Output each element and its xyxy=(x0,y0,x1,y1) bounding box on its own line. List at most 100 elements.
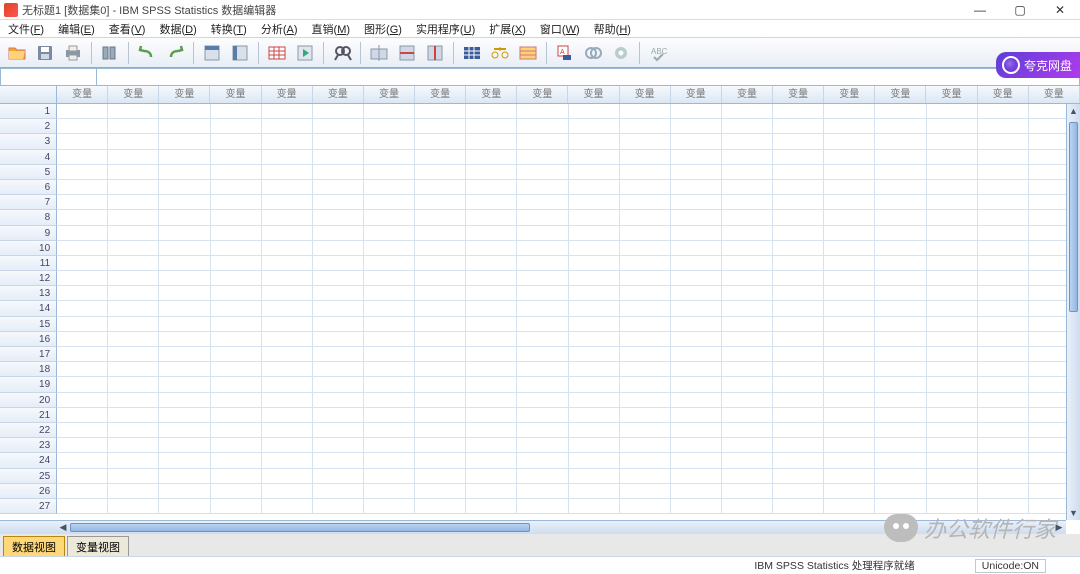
data-cell[interactable] xyxy=(415,317,466,332)
data-cell[interactable] xyxy=(159,104,210,119)
data-cell[interactable] xyxy=(671,453,722,468)
data-cell[interactable] xyxy=(773,393,824,408)
data-cell[interactable] xyxy=(875,256,926,271)
open-icon[interactable] xyxy=(4,41,30,65)
data-cell[interactable] xyxy=(927,347,978,362)
data-cell[interactable] xyxy=(569,377,620,392)
data-cell[interactable] xyxy=(978,195,1029,210)
data-cell[interactable] xyxy=(927,226,978,241)
data-cell[interactable] xyxy=(466,180,517,195)
data-cell[interactable] xyxy=(313,438,364,453)
data-cell[interactable] xyxy=(211,241,262,256)
row-header[interactable]: 23 xyxy=(0,438,57,453)
data-cell[interactable] xyxy=(671,317,722,332)
data-cell[interactable] xyxy=(722,393,773,408)
data-cell[interactable] xyxy=(517,165,568,180)
column-header[interactable]: 变量 xyxy=(415,86,466,103)
data-cell[interactable] xyxy=(671,195,722,210)
data-cell[interactable] xyxy=(620,484,671,499)
row-header[interactable]: 22 xyxy=(0,423,57,438)
data-cell[interactable] xyxy=(211,210,262,225)
data-cell[interactable] xyxy=(211,180,262,195)
data-cell[interactable] xyxy=(722,484,773,499)
data-cell[interactable] xyxy=(620,195,671,210)
data-cell[interactable] xyxy=(773,210,824,225)
data-cell[interactable] xyxy=(773,286,824,301)
insert-cases-icon[interactable] xyxy=(394,41,420,65)
data-cell[interactable] xyxy=(773,301,824,316)
data-cell[interactable] xyxy=(671,256,722,271)
data-cell[interactable] xyxy=(159,195,210,210)
data-cell[interactable] xyxy=(313,271,364,286)
data-cell[interactable] xyxy=(978,408,1029,423)
data-cell[interactable] xyxy=(773,469,824,484)
data-cell[interactable] xyxy=(517,180,568,195)
data-cell[interactable] xyxy=(159,377,210,392)
data-cell[interactable] xyxy=(313,408,364,423)
data-cell[interactable] xyxy=(824,393,875,408)
data-cell[interactable] xyxy=(211,377,262,392)
data-cell[interactable] xyxy=(773,134,824,149)
data-cell[interactable] xyxy=(211,332,262,347)
data-cell[interactable] xyxy=(262,377,313,392)
data-cell[interactable] xyxy=(824,469,875,484)
data-cell[interactable] xyxy=(722,408,773,423)
data-cell[interactable] xyxy=(159,301,210,316)
data-cell[interactable] xyxy=(364,301,415,316)
data-cell[interactable] xyxy=(211,271,262,286)
data-cell[interactable] xyxy=(722,469,773,484)
minimize-button[interactable]: — xyxy=(960,0,1000,20)
row-header[interactable]: 17 xyxy=(0,347,57,362)
data-cell[interactable] xyxy=(620,104,671,119)
data-cell[interactable] xyxy=(57,438,108,453)
data-cell[interactable] xyxy=(978,453,1029,468)
data-cell[interactable] xyxy=(569,301,620,316)
data-cell[interactable] xyxy=(569,393,620,408)
data-cell[interactable] xyxy=(722,134,773,149)
data-cell[interactable] xyxy=(671,104,722,119)
data-cell[interactable] xyxy=(671,210,722,225)
column-header[interactable]: 变量 xyxy=(466,86,517,103)
data-cell[interactable] xyxy=(620,165,671,180)
data-cell[interactable] xyxy=(927,377,978,392)
data-cell[interactable] xyxy=(620,453,671,468)
data-cell[interactable] xyxy=(824,362,875,377)
data-cell[interactable] xyxy=(415,438,466,453)
data-cell[interactable] xyxy=(978,317,1029,332)
row-header[interactable]: 9 xyxy=(0,226,57,241)
data-cell[interactable] xyxy=(517,362,568,377)
data-cell[interactable] xyxy=(671,119,722,134)
menu-e[interactable]: 编辑(E) xyxy=(52,20,101,38)
data-cell[interactable] xyxy=(978,226,1029,241)
data-cell[interactable] xyxy=(262,362,313,377)
row-header[interactable]: 18 xyxy=(0,362,57,377)
data-cell[interactable] xyxy=(159,499,210,514)
data-cell[interactable] xyxy=(262,317,313,332)
data-cell[interactable] xyxy=(773,423,824,438)
data-cell[interactable] xyxy=(415,453,466,468)
data-cell[interactable] xyxy=(364,484,415,499)
data-cell[interactable] xyxy=(517,210,568,225)
data-cell[interactable] xyxy=(875,499,926,514)
data-cell[interactable] xyxy=(620,286,671,301)
data-cell[interactable] xyxy=(159,119,210,134)
data-cell[interactable] xyxy=(517,104,568,119)
data-cell[interactable] xyxy=(262,165,313,180)
data-cell[interactable] xyxy=(773,484,824,499)
data-cell[interactable] xyxy=(466,150,517,165)
data-cell[interactable] xyxy=(875,119,926,134)
column-header[interactable]: 变量 xyxy=(57,86,108,103)
data-cell[interactable] xyxy=(466,165,517,180)
data-cell[interactable] xyxy=(875,226,926,241)
data-cell[interactable] xyxy=(620,301,671,316)
scroll-right-icon[interactable]: ▶ xyxy=(1052,521,1066,534)
data-cell[interactable] xyxy=(415,195,466,210)
data-cell[interactable] xyxy=(722,241,773,256)
data-cell[interactable] xyxy=(517,453,568,468)
data-cell[interactable] xyxy=(262,393,313,408)
data-cell[interactable] xyxy=(620,469,671,484)
data-cell[interactable] xyxy=(211,195,262,210)
data-cell[interactable] xyxy=(722,104,773,119)
row-header[interactable]: 6 xyxy=(0,180,57,195)
data-cell[interactable] xyxy=(722,347,773,362)
